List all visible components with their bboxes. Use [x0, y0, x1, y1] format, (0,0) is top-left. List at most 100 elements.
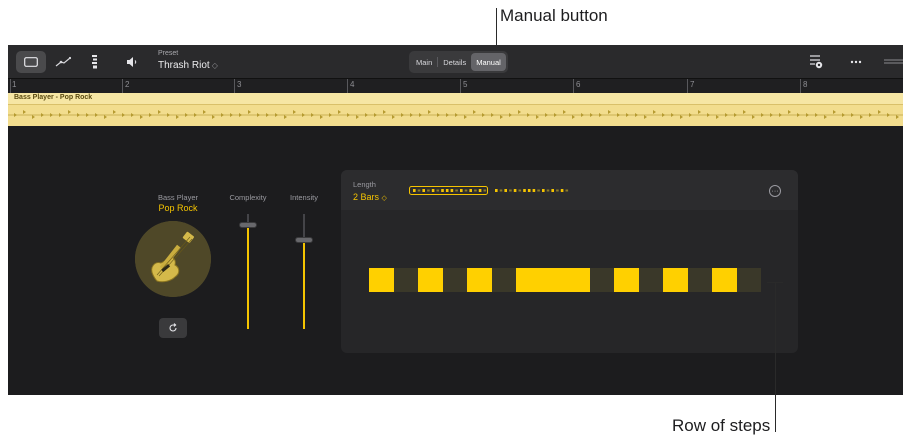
bar-number: 1 [12, 80, 17, 89]
region-note-mark [194, 113, 197, 117]
step-cell[interactable] [442, 268, 467, 292]
steps-icon [92, 55, 97, 69]
region-note-mark [689, 113, 692, 117]
overview-step-mark [469, 189, 472, 192]
region-note-mark [437, 113, 440, 117]
tab-details[interactable]: Details [438, 53, 471, 71]
step-cell[interactable] [712, 268, 737, 292]
region-note-mark [743, 110, 746, 114]
region-note-mark [608, 110, 611, 114]
region-note-mark [320, 115, 323, 119]
region-header: Bass Player - Pop Rock [8, 93, 903, 105]
overview-step-mark [431, 189, 435, 192]
curve-tool-button[interactable] [48, 51, 78, 73]
region-note-mark [869, 113, 872, 117]
region-note-mark [302, 113, 305, 117]
bar-number: 7 [690, 80, 695, 89]
step-cell[interactable] [467, 268, 492, 292]
region-note-mark [293, 110, 296, 114]
view-mode-tabs: Main Details Manual [409, 51, 508, 73]
pattern-region[interactable]: Bass Player - Pop Rock [8, 93, 903, 126]
region-note-mark [518, 110, 521, 114]
region-note-mark [716, 115, 719, 119]
tab-manual[interactable]: Manual [471, 53, 506, 71]
step-cell[interactable] [589, 268, 614, 292]
length-menu[interactable]: 2 Bars ◇ [353, 192, 387, 202]
step-sequencer-window: Preset Thrash Riot◇ Main Details Manual [8, 45, 903, 395]
region-note-mark [221, 113, 224, 117]
step-cell[interactable] [565, 268, 590, 292]
region-note-mark [572, 115, 575, 119]
toolbar-right-svg [810, 55, 903, 69]
pattern-overview[interactable] [409, 186, 574, 196]
region-note-mark [113, 110, 116, 114]
region-note-mark [770, 113, 773, 117]
overview-step-mark [499, 189, 503, 192]
region-note-mark [104, 115, 107, 119]
region-note-mark [635, 113, 638, 117]
player-style[interactable]: Pop Rock [148, 203, 208, 213]
region-note-mark [158, 110, 161, 114]
preset-value: Thrash Riot [158, 60, 210, 71]
toolbar-right-icons [808, 53, 903, 76]
bar-ruler[interactable]: 1 2 3 4 5 6 7 8 [8, 79, 903, 93]
preset-label: Preset [158, 50, 179, 57]
region-view-button[interactable] [16, 51, 46, 73]
speaker-button[interactable] [126, 55, 138, 73]
region-note-mark [536, 115, 539, 119]
bar-tick [347, 79, 348, 93]
step-cell[interactable] [418, 268, 443, 292]
region-note-mark [644, 115, 647, 119]
region-note-mark [752, 115, 755, 119]
drag-handle-icon[interactable] [884, 59, 903, 64]
step-cell[interactable] [736, 268, 761, 292]
bar-number: 4 [350, 80, 355, 89]
step-cell[interactable] [491, 268, 516, 292]
step-cell[interactable] [540, 268, 565, 292]
length-chevron-icon: ◇ [381, 195, 387, 202]
steps-tool-button[interactable] [80, 51, 110, 73]
complexity-slider-thumb[interactable] [239, 222, 257, 228]
overview-step-mark [504, 189, 507, 192]
intensity-slider-thumb[interactable] [295, 237, 313, 243]
preset-menu[interactable]: Thrash Riot ◇ [158, 60, 218, 71]
region-note-mark [446, 113, 449, 117]
region-note-mark [491, 113, 494, 117]
ellipsis-circle-icon[interactable]: ··· [769, 185, 781, 197]
region-note-mark [239, 113, 242, 117]
region-note-mark [212, 115, 215, 119]
step-cell[interactable] [516, 268, 541, 292]
region-note-mark [842, 113, 845, 117]
tab-main[interactable]: Main [411, 53, 437, 71]
region-note-mark [59, 113, 62, 117]
bar-tick [573, 79, 574, 93]
region-note-mark [392, 115, 395, 119]
step-cell[interactable] [663, 268, 688, 292]
overview-step-mark [556, 189, 559, 192]
region-note-mark [86, 113, 89, 117]
main-editor: Bass Player Pop Rock Complexity Intensit… [8, 126, 903, 395]
bar-tick [460, 79, 461, 93]
overview-step-mark [450, 189, 454, 192]
more-icon[interactable] [850, 60, 862, 64]
region-note-mark [356, 115, 359, 119]
refresh-button[interactable] [159, 318, 187, 338]
region-note-mark [860, 115, 863, 119]
region-note-mark [23, 110, 26, 114]
overview-step-mark [455, 189, 458, 192]
sliders-gear-icon[interactable] [810, 55, 823, 69]
step-cell[interactable] [638, 268, 663, 292]
region-note-mark [725, 113, 728, 117]
complexity-fill [247, 225, 249, 329]
step-cell[interactable] [614, 268, 639, 292]
step-cell[interactable] [369, 268, 394, 292]
overview-step-mark [527, 189, 531, 192]
bass-guitar-icon [135, 221, 211, 297]
overview-step-mark [478, 189, 482, 192]
overview-step-mark [417, 189, 421, 192]
step-cell[interactable] [393, 268, 418, 292]
page: Manual button Preset Thrash Riot ◇ Main … [0, 0, 903, 435]
step-cell[interactable] [687, 268, 712, 292]
region-note-mark [185, 113, 188, 117]
region-note-mark [203, 110, 206, 114]
